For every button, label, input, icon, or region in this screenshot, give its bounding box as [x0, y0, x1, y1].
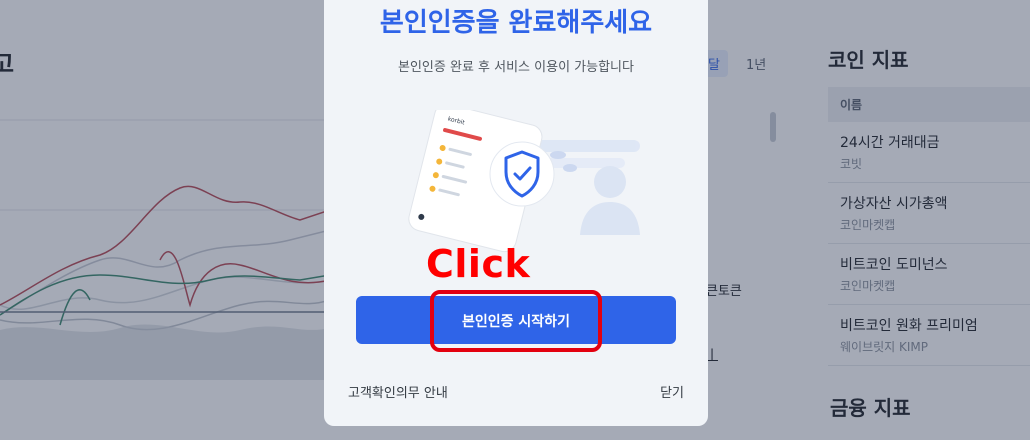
click-highlight-box — [430, 290, 602, 352]
shield-check-icon — [489, 141, 555, 207]
verification-modal: 본인인증을 완료해주세요 본인인증 완료 후 서비스 이용이 가능합니다 kor… — [324, 0, 708, 426]
close-button[interactable]: 닫기 — [660, 382, 684, 401]
modal-title: 본인인증을 완료해주세요 — [379, 8, 653, 38]
customer-due-diligence-link[interactable]: 고객확인의무 안내 — [348, 382, 448, 401]
modal-subtitle: 본인인증 완료 후 서비스 이용이 가능합니다 — [398, 60, 634, 75]
user-silhouette-icon — [580, 166, 640, 235]
click-annotation: Click — [426, 242, 531, 286]
verification-illustration: korbit — [408, 110, 640, 253]
